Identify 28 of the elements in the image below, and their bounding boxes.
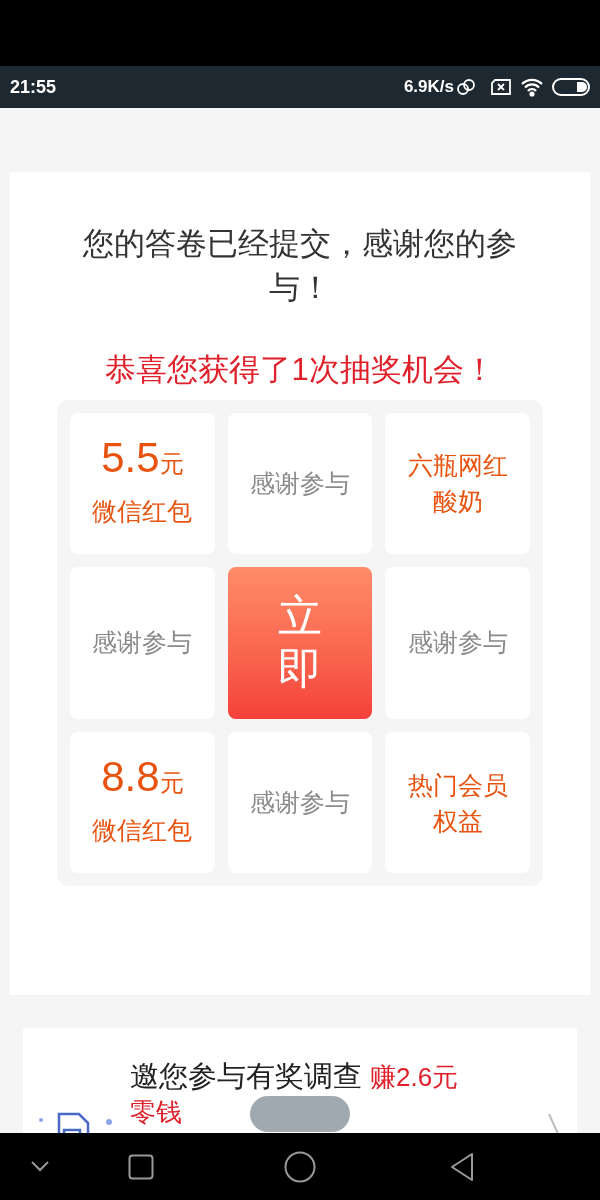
prize-label: 感谢参与 (407, 627, 508, 659)
prize-amount: 5.5 (101, 434, 160, 482)
currency-unit: 元 (159, 450, 184, 478)
chevron-down-icon[interactable] (30, 1160, 50, 1172)
prize-label: 感谢参与 (250, 786, 350, 818)
prize-amount: 8.8 (101, 753, 160, 801)
prize-message: 恭喜您获得了1次抽奖机会！ (105, 351, 495, 389)
status-time: 21:55 (10, 75, 57, 99)
survey-card[interactable]: 邀您参与有奖调查 赚2.6元 零钱 (23, 1028, 577, 1133)
survey-title: 邀您参与有奖调查 (130, 1059, 362, 1094)
network-speed: 6.9K/s (403, 76, 454, 99)
sync-icon (456, 77, 476, 97)
recents-icon[interactable] (128, 1154, 154, 1180)
currency-unit: 元 (159, 769, 184, 797)
prize-label: 热门会员权益 (406, 769, 509, 837)
prize-label: 感谢参与 (250, 467, 350, 499)
battery-icon (552, 77, 590, 97)
prize-label: 微信红包 (92, 815, 193, 847)
chevron-right-icon (547, 1114, 561, 1133)
back-icon[interactable] (449, 1152, 475, 1182)
wifi-icon (520, 77, 544, 97)
prize-label: 六瓶网红酸奶 (406, 450, 509, 518)
prize-label: 微信红包 (92, 496, 193, 528)
submission-message: 您的答卷已经提交，感谢您的参与！ (82, 225, 518, 307)
home-icon[interactable] (284, 1151, 316, 1183)
prize-label: 感谢参与 (92, 627, 193, 659)
survey-reward: 零钱 (130, 1096, 182, 1129)
survey-reward: 赚2.6元 (370, 1061, 459, 1094)
